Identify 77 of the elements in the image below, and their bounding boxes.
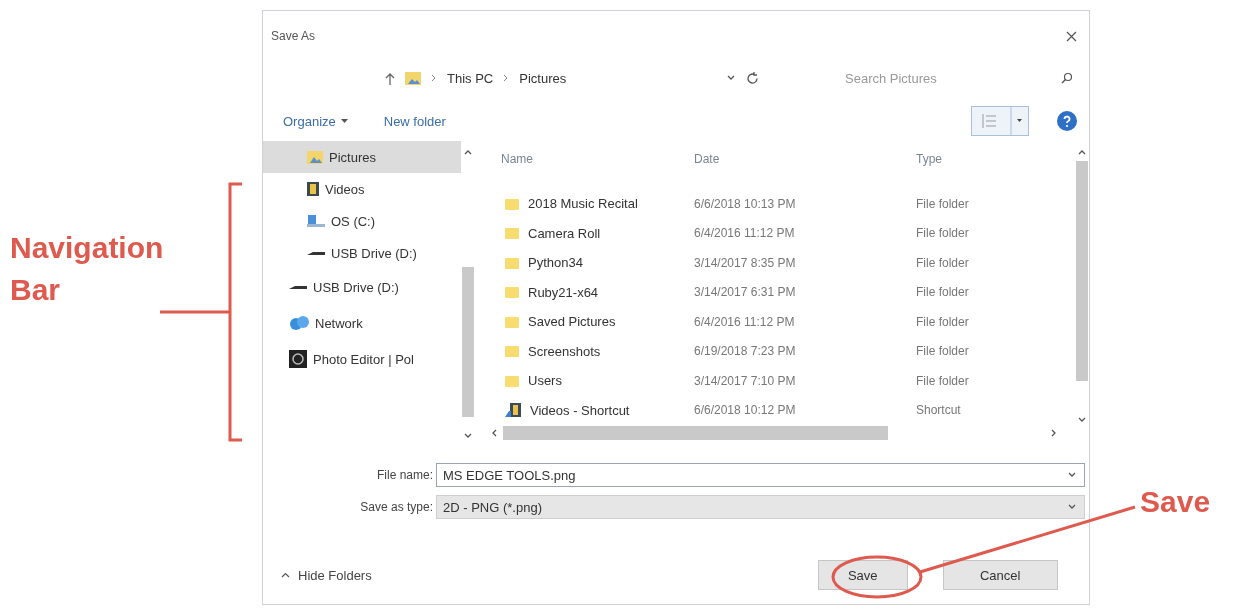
folder-icon [505, 197, 519, 210]
hide-folders-button[interactable]: Hide Folders [275, 566, 378, 584]
close-icon[interactable] [1066, 30, 1077, 42]
field-label: File name: [375, 468, 434, 482]
file-name-cell[interactable]: Python34 [489, 255, 694, 271]
file-name-field[interactable]: MS EDGE TOOLS.png [436, 463, 1085, 487]
app-icon [289, 350, 307, 368]
column-header[interactable]: Date [694, 152, 916, 166]
usb-drive-icon [307, 249, 325, 257]
date-cell-text: 3/14/2017 6:31 PM [694, 285, 797, 300]
search-icon [1061, 72, 1073, 84]
date-cell-text: 6/6/2018 10:13 PM [694, 196, 797, 211]
annotation-label: Navigation Bar [10, 230, 160, 308]
navigation-item[interactable]: Photo Editor | Pol [263, 341, 461, 377]
save-type-dropdown[interactable]: 2D - PNG (*.png) [436, 495, 1085, 519]
caret-icon [340, 119, 348, 123]
navigation-item[interactable]: OS (C:) [263, 205, 461, 237]
breadcrumb-item[interactable]: This PC [447, 70, 494, 86]
breadcrumb-separator-icon [503, 72, 510, 84]
folder-icon [505, 315, 519, 328]
field-label: Save as type: [359, 500, 434, 514]
type-cell-text: File folder [916, 226, 970, 241]
type-cell-text: File folder [916, 344, 970, 359]
pictures-folder-icon [307, 150, 323, 164]
file-name-cell[interactable]: Saved Pictures [489, 314, 694, 330]
column-header[interactable]: Name [489, 152, 694, 166]
drive-icon [307, 215, 325, 227]
scrollbar-thumb[interactable] [462, 267, 474, 417]
type-cell-text: File folder [916, 314, 970, 329]
date-cell-text: 6/4/2016 11:12 PM [694, 226, 796, 241]
up-arrow-icon[interactable] [385, 71, 395, 85]
help-icon[interactable] [1057, 111, 1077, 131]
breadcrumb-separator-icon [431, 72, 437, 84]
window-title: Save As [271, 29, 316, 43]
scrollbar-thumb[interactable] [1076, 161, 1088, 381]
type-cell-text: File folder [916, 196, 970, 211]
date-cell-text: 6/6/2018 10:12 PM [694, 403, 797, 418]
file-name-cell[interactable]: Screenshots [489, 343, 694, 359]
date-cell-text: 3/14/2017 8:35 PM [694, 255, 797, 270]
usb-drive-icon [289, 283, 307, 291]
navigation-item[interactable]: USB Drive (D:) [263, 237, 461, 269]
folder-icon [505, 256, 519, 269]
network-icon [289, 316, 309, 330]
chevron-up-icon [281, 572, 290, 578]
file-name-cell[interactable]: Users [489, 373, 694, 389]
new-folder-button[interactable]: New folder [383, 111, 446, 131]
date-cell-text: 3/14/2017 7:10 PM [694, 373, 797, 388]
folder-icon [505, 227, 519, 240]
folder-icon [505, 345, 519, 358]
file-name-cell[interactable]: Camera Roll [489, 225, 694, 241]
annotation-label: Save [1140, 485, 1211, 519]
column-header[interactable]: Type [916, 152, 1075, 166]
type-cell-text: File folder [916, 255, 970, 270]
search-field[interactable]: Search Pictures [833, 66, 1045, 90]
navigation-item[interactable]: Pictures [263, 141, 461, 173]
navigation-item[interactable]: USB Drive (D:) [263, 269, 461, 305]
navigation-item[interactable]: Network [263, 305, 461, 341]
shortcut-icon [505, 403, 521, 418]
organize-button[interactable]: Organize [283, 111, 348, 131]
folder-icon [405, 71, 421, 85]
file-name-cell[interactable]: 2018 Music Recital [489, 196, 694, 212]
folder-icon [505, 286, 519, 299]
file-name-cell[interactable]: Videos - Shortcut [489, 402, 694, 418]
scrollbar-thumb[interactable] [503, 426, 888, 440]
film-icon [307, 182, 319, 196]
folder-icon [505, 374, 519, 387]
file-name-cell[interactable]: Ruby21-x64 [489, 284, 694, 300]
breadcrumb-item[interactable]: Pictures [519, 70, 567, 86]
navigation-item[interactable]: Videos [263, 173, 461, 205]
type-cell-text: File folder [916, 285, 970, 300]
type-cell-text: File folder [916, 373, 970, 388]
date-cell-text: 6/4/2016 11:12 PM [694, 314, 796, 329]
date-cell-text: 6/19/2018 7:23 PM [694, 344, 797, 359]
dialog-button[interactable]: Cancel [942, 560, 1058, 590]
type-cell-text: Shortcut [916, 403, 962, 418]
refresh-icon[interactable] [746, 71, 760, 85]
dialog-button[interactable]: Save [817, 560, 908, 590]
